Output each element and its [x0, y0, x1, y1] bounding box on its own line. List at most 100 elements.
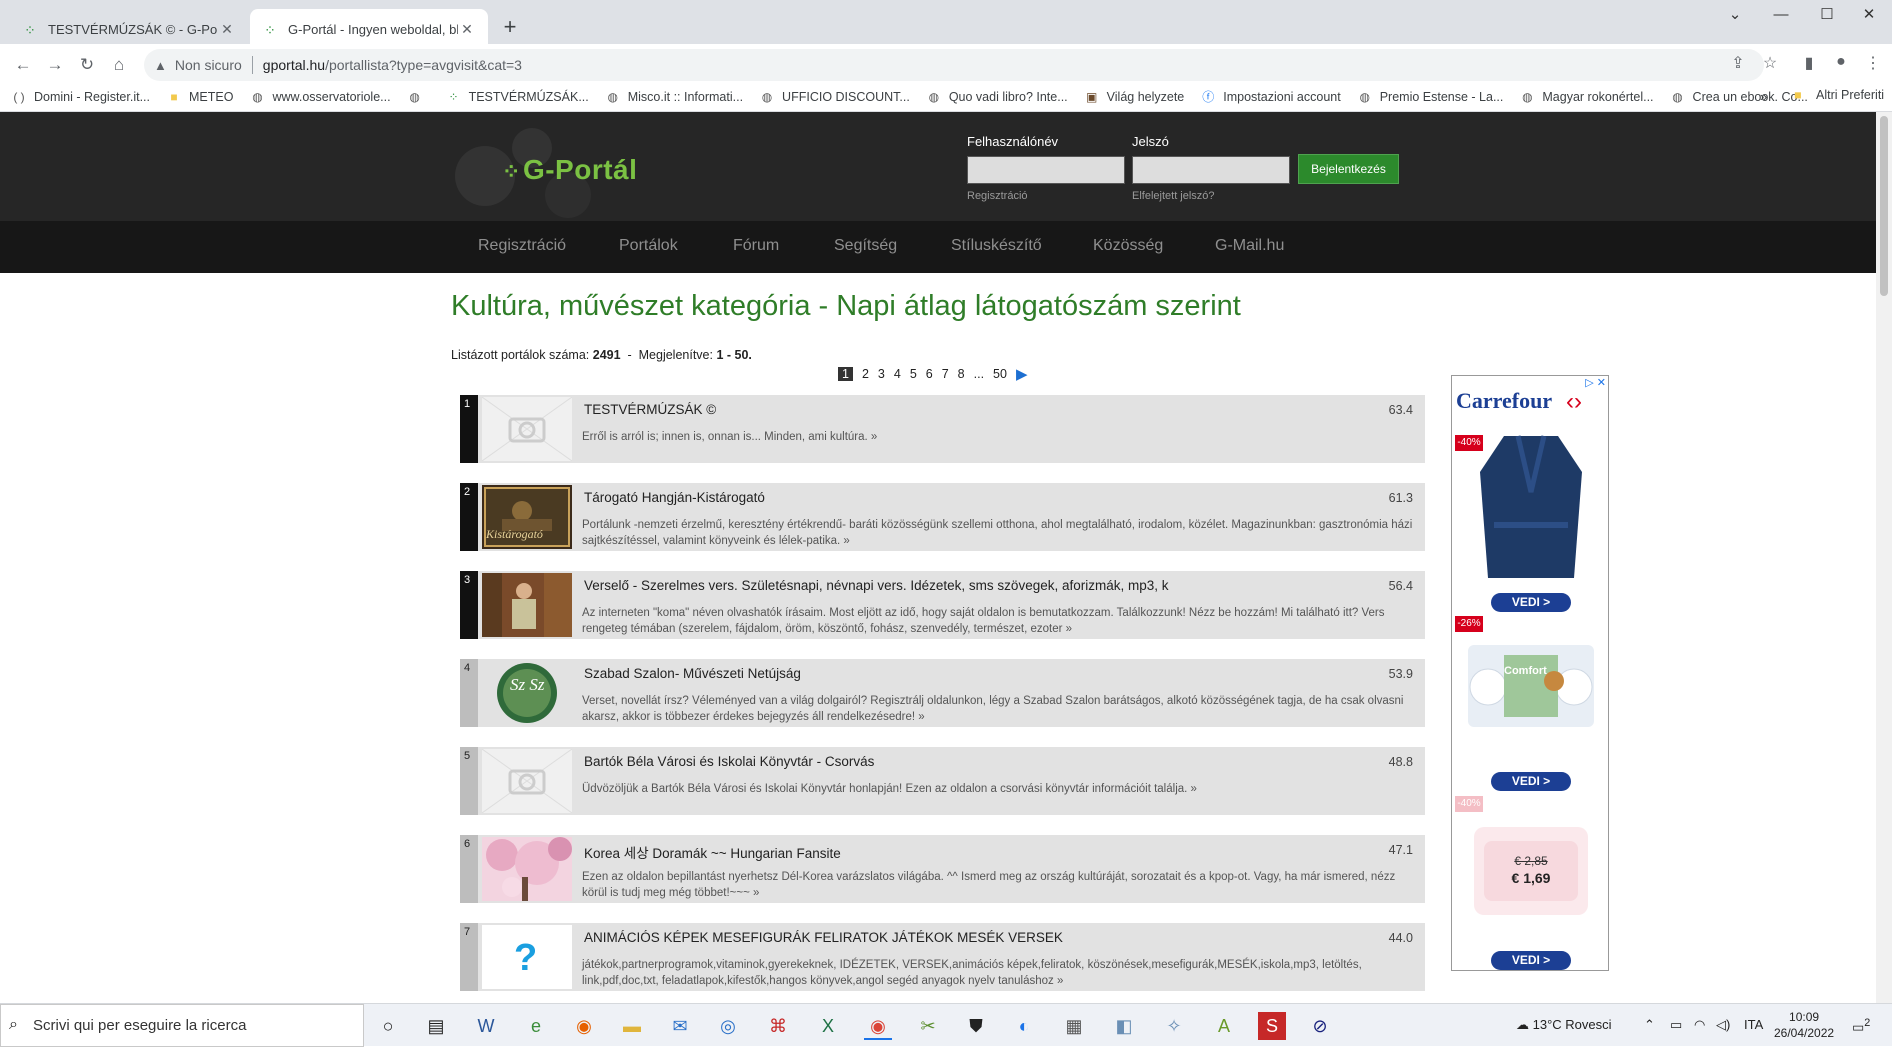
bookmark-item[interactable]: ( ) Domini - Register.it... [12, 90, 150, 104]
page-link[interactable]: 7 [942, 367, 949, 381]
app-icon[interactable]: ⊘ [1306, 1012, 1334, 1040]
bookmark-item[interactable]: ◍ Misco.it :: Informati... [606, 90, 743, 104]
task-view-icon[interactable]: ▤ [422, 1012, 450, 1040]
camera-placeholder-icon[interactable] [482, 749, 572, 813]
share-icon[interactable]: ⇪ [1726, 53, 1750, 73]
portal-title-link[interactable]: TESTVÉRMÚZSÁK © [584, 402, 716, 417]
list-item[interactable]: 2 Kistárogató Tárogató Hangján-Kistároga… [460, 483, 1425, 551]
portal-thumbnail[interactable] [482, 837, 572, 901]
password-input[interactable] [1132, 156, 1290, 184]
bookmark-item[interactable]: ◍ UFFICIO DISCOUNT... [760, 90, 910, 104]
excel-icon[interactable]: X [814, 1012, 842, 1040]
bookmarks-overflow-button[interactable]: » [1760, 89, 1767, 104]
bookmark-item[interactable]: ◍ Magyar rokonértel... [1520, 90, 1653, 104]
login-button[interactable]: Bejelentkezés [1298, 154, 1399, 184]
list-item[interactable]: 4 Sz Sz Szabad Szalon- Művészeti Netújsá… [460, 659, 1425, 727]
tray-network-icon[interactable]: ▭ [1670, 1017, 1682, 1033]
tab-search-icon[interactable]: ⌄ [1712, 0, 1758, 30]
page-link[interactable]: 50 [993, 367, 1007, 381]
notification-center[interactable]: ▭2 [1852, 1017, 1870, 1035]
page-link[interactable]: 4 [894, 367, 901, 381]
bookmark-item[interactable]: ◍ www.osservatoriole... [250, 90, 390, 104]
list-item[interactable]: 1 TESTVÉRMÚZSÁK © 63.4 Erről is arról is… [460, 395, 1425, 463]
app-icon[interactable]: A [1210, 1012, 1238, 1040]
bookmark-item[interactable]: ◍ [408, 90, 430, 104]
bookmark-item[interactable]: ⁘ TESTVÉRMÚZSÁK... [447, 90, 589, 104]
edge-legacy-icon[interactable]: e [522, 1012, 550, 1040]
new-tab-button[interactable]: + [496, 14, 524, 42]
calculator-icon[interactable]: ▦ [1060, 1012, 1088, 1040]
menu-kebab-icon[interactable]: ⋮ [1861, 53, 1885, 73]
ad-cta-button[interactable]: VEDI > [1491, 593, 1571, 612]
portal-thumbnail[interactable]: Kistárogató [482, 485, 572, 549]
warning-icon[interactable]: ▲ [154, 58, 167, 73]
portal-title-link[interactable]: Verselő - Szerelmes vers. Születésnapi, … [584, 578, 1169, 593]
register-link[interactable]: Regisztráció [967, 190, 1028, 202]
edge-icon[interactable]: ◐ [1010, 1012, 1038, 1040]
list-item[interactable]: 6 Korea 세상 Doramák ~~ Hungarian Fansite … [460, 835, 1425, 903]
volume-icon[interactable]: ◁) [1716, 1017, 1730, 1033]
page-scrollbar[interactable] [1876, 112, 1892, 1003]
security-label[interactable]: Non sicuro [175, 57, 242, 73]
play-arrow-icon[interactable]: ▶ [1016, 365, 1028, 383]
list-item[interactable]: 7 ? ANIMÁCIÓS KÉPEK MESEFIGURÁK FELIRATO… [460, 923, 1425, 991]
page-link[interactable]: 8 [958, 367, 965, 381]
camera-placeholder-icon[interactable] [482, 397, 572, 461]
tools-icon[interactable]: ✂ [914, 1012, 942, 1040]
portal-title-link[interactable]: Szabad Szalon- Művészeti Netújság [584, 666, 801, 681]
maximize-button[interactable]: ☐ [1804, 0, 1850, 30]
word-icon[interactable]: W [472, 1012, 500, 1040]
nav-registration[interactable]: Regisztráció [478, 237, 566, 255]
url-field[interactable]: ▲ Non sicuro gportal.hu /portallista?typ… [144, 49, 1764, 81]
portal-title-link[interactable]: Bartók Béla Városi és Iskolai Könyvtár -… [584, 754, 874, 769]
close-tab-icon[interactable]: ✕ [458, 21, 476, 38]
portal-title-link[interactable]: ANIMÁCIÓS KÉPEK MESEFIGURÁK FELIRATOK JÁ… [584, 930, 1063, 945]
bookmark-item[interactable]: ⓕ Impostazioni account [1201, 90, 1340, 104]
security-shield-icon[interactable]: ⛊ [962, 1012, 990, 1040]
page-link[interactable]: 2 [862, 367, 869, 381]
mail-icon[interactable]: ✉ [666, 1012, 694, 1040]
question-mark-icon[interactable]: ? [482, 925, 572, 989]
weather-widget[interactable]: ☁ 13°C Rovesci [1516, 1017, 1612, 1033]
portal-thumbnail[interactable]: Sz Sz [482, 661, 572, 725]
page-link[interactable]: 5 [910, 367, 917, 381]
reload-icon[interactable]: ↻ [74, 52, 100, 78]
app-icon[interactable]: S [1258, 1012, 1286, 1040]
wifi-icon[interactable]: ◠ [1694, 1017, 1705, 1033]
bookmark-item[interactable]: ◍ Crea un ebook. Co... [1671, 90, 1808, 104]
cortana-circle-icon[interactable]: ○ [374, 1012, 402, 1040]
page-link[interactable]: 6 [926, 367, 933, 381]
other-bookmarks-folder[interactable]: ■ Altri Preferiti [1794, 88, 1884, 102]
ad-choices-close-icon[interactable]: ▷ ✕ [1585, 376, 1606, 389]
page-link[interactable]: 3 [878, 367, 885, 381]
chrome-icon[interactable]: ◉ [864, 1012, 892, 1040]
nav-forum[interactable]: Fórum [733, 237, 779, 255]
file-explorer-icon[interactable]: ▬ [618, 1012, 646, 1040]
forward-arrow-icon[interactable]: → [42, 52, 68, 78]
back-arrow-icon[interactable]: ← [10, 52, 36, 78]
list-item[interactable]: 3 Verselő - Szerelmes vers. Születésnapi… [460, 571, 1425, 639]
app-icon[interactable]: ✧ [1160, 1012, 1188, 1040]
portal-title-link[interactable]: Korea 세상 Doramák ~~ Hungarian Fansite [584, 842, 841, 862]
language-indicator[interactable]: ITA [1744, 1017, 1763, 1032]
portal-thumbnail[interactable] [482, 573, 572, 637]
bookmark-item[interactable]: ◍ Premio Estense - La... [1358, 90, 1503, 104]
profile-avatar-icon[interactable]: ● [1829, 53, 1853, 71]
close-tab-icon[interactable]: ✕ [218, 21, 236, 38]
taskbar-search-input[interactable]: ⌕ Scrivi qui per eseguire la ricerca [0, 1004, 364, 1047]
tray-chevron-icon[interactable]: ⌃ [1644, 1017, 1655, 1033]
forgot-password-link[interactable]: Elfelejtett jelszó? [1132, 190, 1215, 202]
bookmark-item[interactable]: ▣ Világ helyzete [1085, 90, 1184, 104]
side-panel-icon[interactable]: ▮ [1797, 53, 1821, 73]
nav-style-editor[interactable]: Stíluskészítő [951, 237, 1042, 255]
nav-help[interactable]: Segítség [834, 237, 897, 255]
ad-cta-button[interactable]: VEDI > [1491, 772, 1571, 791]
scrollbar-thumb[interactable] [1880, 116, 1888, 296]
portal-title-link[interactable]: Tárogató Hangján-Kistárogató [584, 490, 765, 505]
pdf-reader-icon[interactable]: ⌘ [764, 1012, 792, 1040]
bookmark-item[interactable]: ◍ Quo vadi libro? Inte... [927, 90, 1068, 104]
nav-community[interactable]: Közösség [1093, 237, 1163, 255]
list-item[interactable]: 5 Bartók Béla Városi és Iskolai Könyvtár… [460, 747, 1425, 815]
firefox-icon[interactable]: ◉ [570, 1012, 598, 1040]
clock[interactable]: 10:09 26/04/2022 [1774, 1009, 1834, 1041]
